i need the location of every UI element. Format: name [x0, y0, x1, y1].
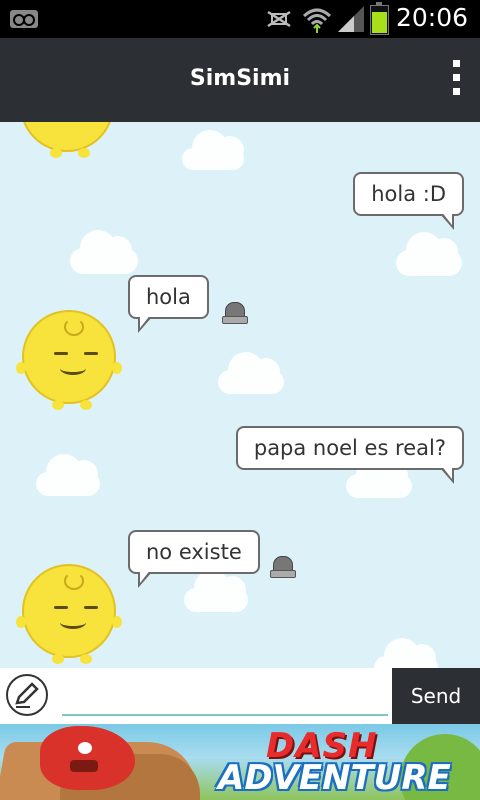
chat-area[interactable]: hola :D hola papa noel es real? no exist… — [0, 122, 480, 668]
dragon-mouth — [70, 760, 98, 772]
bubble-tail — [138, 569, 152, 588]
message-text: hola — [146, 285, 191, 309]
cloud-decoration — [70, 230, 138, 274]
avatar-arm — [112, 616, 122, 628]
message-text: hola :D — [371, 182, 446, 206]
status-bar: 20:06 — [0, 0, 480, 38]
avatar-curl — [64, 572, 84, 590]
ad-logo-line2: ADVENTURE — [218, 758, 451, 798]
avatar-arm — [112, 362, 122, 374]
cloud-decoration — [218, 352, 284, 394]
cloud-decoration — [182, 130, 244, 170]
message-text: papa noel es real? — [253, 436, 446, 460]
message-input-bar: Send — [0, 668, 480, 724]
report-siren-icon[interactable] — [222, 302, 248, 324]
avatar-arm — [16, 362, 26, 374]
overflow-menu-icon[interactable] — [446, 60, 466, 102]
avatar-foot — [80, 400, 92, 410]
pencil-icon[interactable] — [6, 674, 48, 716]
app-title: SimSimi — [189, 66, 291, 91]
report-siren-icon[interactable] — [270, 556, 296, 578]
wifi-icon — [302, 8, 332, 33]
siren-base — [222, 316, 248, 324]
avatar-foot — [52, 400, 64, 410]
avatar-mouth — [60, 362, 86, 375]
bubble-tail — [138, 314, 152, 333]
battery-fill — [372, 12, 387, 33]
simsimi-avatar — [16, 310, 122, 410]
menu-dot — [452, 74, 460, 81]
avatar-foot — [52, 654, 64, 664]
avatar-mouth — [60, 616, 86, 629]
message-input[interactable] — [62, 678, 388, 716]
battery-icon — [370, 2, 389, 35]
menu-dot — [452, 60, 460, 67]
message-text: no existe — [146, 540, 242, 564]
cloud-decoration — [346, 456, 412, 498]
siren-base — [270, 570, 296, 578]
avatar-eye — [54, 352, 68, 355]
simsimi-message-bubble[interactable]: hola — [128, 275, 209, 333]
avatar-eye — [54, 606, 68, 609]
dragon-eye — [78, 742, 92, 754]
avatar-foot — [78, 148, 90, 158]
avatar-foot — [50, 148, 62, 158]
avatar-eye — [84, 606, 98, 609]
avatar-eye — [84, 352, 98, 355]
avatar-foot — [80, 654, 92, 664]
status-clock: 20:06 — [395, 3, 468, 32]
send-button[interactable]: Send — [392, 668, 480, 724]
simsimi-avatar — [20, 122, 114, 158]
avatar-curl — [64, 318, 84, 336]
avatar-arm — [16, 616, 26, 628]
menu-dot — [452, 88, 460, 95]
ad-dragon-art — [40, 726, 135, 790]
cloud-decoration — [36, 454, 100, 496]
voicemail-icon — [10, 10, 38, 28]
cloud-decoration — [374, 638, 438, 668]
bubble-tail — [440, 465, 454, 484]
bubble-tail — [440, 211, 454, 230]
cloud-decoration — [184, 570, 248, 612]
pencil-glyph — [15, 682, 39, 708]
nfc-icon — [267, 10, 291, 28]
user-message-bubble[interactable]: papa noel es real? — [235, 426, 464, 484]
signal-icon — [338, 6, 364, 32]
ad-banner[interactable]: DASH ADVENTURE — [0, 724, 480, 800]
simsimi-avatar — [16, 564, 122, 664]
user-message-bubble[interactable]: hola :D — [353, 172, 464, 230]
simsimi-message-bubble[interactable]: no existe — [128, 530, 260, 588]
cloud-decoration — [396, 232, 462, 276]
app-header: SimSimi — [0, 38, 480, 122]
